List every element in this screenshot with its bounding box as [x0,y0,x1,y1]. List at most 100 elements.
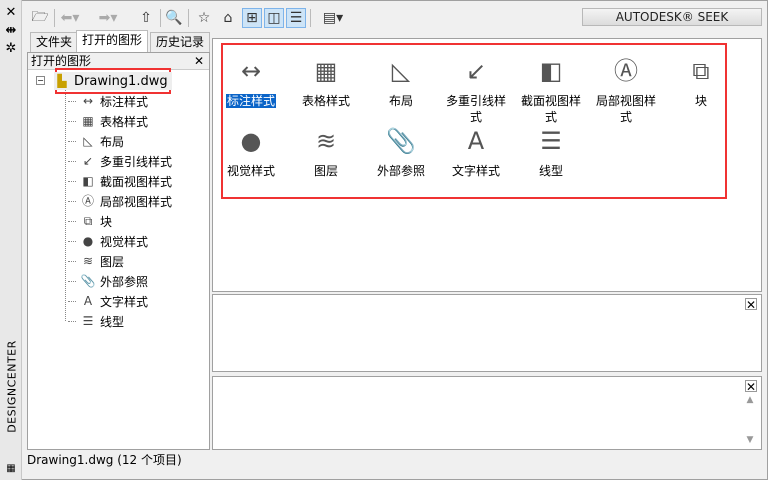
tree-item[interactable]: ↙ 多重引线样式 [68,152,172,170]
close-icon[interactable]: ✕ [745,298,757,311]
tree-item[interactable]: 📎 外部参照 [68,272,148,290]
tree-root-label: Drawing1.dwg [74,73,168,89]
content-item[interactable]: 📎 外部参照 [363,125,439,179]
home-button[interactable]: ⌂ [218,8,238,28]
content-item-label: 块 [694,94,707,108]
views-list-icon: ▤▾ [322,10,344,26]
content-item[interactable]: ◧ 截面视图样式 [513,55,589,125]
content-item-label: 视觉样式 [226,164,275,178]
tree-line [65,89,66,321]
tree-item[interactable]: ● 视觉样式 [68,232,148,250]
close-icon[interactable]: ✕ [4,6,18,20]
tree-item-label: 截面视图样式 [100,174,173,189]
tree-item-label: 文字样式 [100,294,149,309]
load-button[interactable]: 🗁 [30,8,50,28]
content-item-label: 多重引线样式 [445,94,506,124]
content-item-label: 图层 [313,164,338,178]
tree-item[interactable]: ☰ 线型 [68,312,124,330]
palette-title: DESIGNCENTER [5,340,19,433]
tree-view-toggle-button[interactable]: ⊞ [242,8,262,28]
detailview-icon: Ⓐ [614,57,638,85]
content-item-label: 文字样式 [451,164,500,178]
content-item-label: 表格样式 [301,94,350,108]
content-item-label: 标注样式 [225,94,276,108]
tree-item-label: 表格样式 [100,114,149,129]
status-bar: Drawing1.dwg (12 个项目) [27,453,182,467]
tree-header-title: 打开的图形 [31,54,92,68]
tab-open-drawings[interactable]: 打开的图形 [76,30,149,52]
tree-line [68,180,76,182]
content-item-label: 外部参照 [376,164,425,178]
tree-line [68,240,76,242]
content-item-label: 截面视图样式 [520,94,581,124]
favorites-button[interactable]: ☆ [194,8,214,28]
tree-line [68,120,76,122]
content-item[interactable]: ↙ 多重引线样式 [438,55,514,125]
description-button[interactable]: ☰ [286,8,306,28]
drawing-icon: ▙ [57,74,67,88]
sectionview-icon: ◧ [539,57,563,85]
tree-item[interactable]: A 文字样式 [68,292,148,310]
tree-icon: ⊞ [246,10,258,26]
tree-root[interactable]: ▙ Drawing1.dwg [54,72,172,90]
preview-button[interactable]: ◫ [264,8,284,28]
up-button[interactable]: ⇧ [136,8,156,28]
tree-item[interactable]: Ⓐ 局部视图样式 [68,192,172,210]
content-item[interactable]: Ⓐ 局部视图样式 [588,55,664,125]
palette-grip-icon[interactable]: ▦ [4,462,18,476]
content-item[interactable]: A 文字样式 [438,125,514,179]
properties-icon[interactable]: ✲ [4,42,18,56]
content-item[interactable]: ⧉ 块 [663,55,739,109]
tree-line [68,220,76,222]
content-item[interactable]: ● 视觉样式 [213,125,289,179]
tree-item[interactable]: ◺ 布局 [68,132,124,150]
content-item[interactable]: ◺ 布局 [363,55,439,109]
search-button[interactable]: 🔍 [164,8,184,28]
visualstyle-icon: ● [240,127,262,155]
tree-line [68,260,76,262]
tree-item-label: 布局 [100,134,125,149]
content-item[interactable]: ≋ 图层 [288,125,364,179]
tree-item[interactable]: ▦ 表格样式 [68,112,148,130]
autodesk-seek-button[interactable]: AUTODESK® SEEK [582,8,762,26]
tree-item-label: 线型 [100,314,125,329]
tree-item-label: 多重引线样式 [100,154,173,169]
content-item[interactable]: ▦ 表格样式 [288,55,364,109]
tree-item-label: 视觉样式 [100,234,149,249]
block-icon: ⧉ [692,57,710,85]
content-item-label: 线型 [538,164,563,178]
close-icon[interactable]: ✕ [745,380,757,393]
content-item[interactable]: ↔ 标注样式 [213,55,289,109]
tree-item[interactable]: ⧉ 块 [68,212,112,230]
tree-line [68,320,76,322]
tree-line [68,200,76,202]
content-item-label: 局部视图样式 [595,94,656,124]
block-icon: ⧉ [83,214,93,228]
tab-history[interactable]: 历史记录 [150,32,211,52]
scroll-up-icon[interactable]: ▲ [743,395,757,405]
collapse-icon[interactable]: − [36,76,45,85]
forward-button[interactable]: ➡▾ [98,8,118,28]
tree-line [68,280,76,282]
preview-panel: ✕ [212,294,762,372]
palette-title-strip: ✕ ⇹ ✲ DESIGNCENTER ▦ [0,0,22,480]
tab-folders[interactable]: 文件夹 [30,32,79,52]
autohide-icon[interactable]: ⇹ [4,24,18,38]
tree-item[interactable]: ↔ 标注样式 [68,92,148,110]
content-item[interactable]: ☰ 线型 [513,125,589,179]
tree-item-label: 局部视图样式 [100,194,173,209]
arrow-right-icon: ➡▾ [98,10,118,26]
star-folder-icon: ☆ [197,10,211,26]
tree-item[interactable]: ◧ 截面视图样式 [68,172,172,190]
separator [310,9,311,27]
mleaderstyle-icon: ↙ [82,154,94,168]
detailview-icon: Ⓐ [81,194,94,208]
close-icon[interactable]: ✕ [193,55,205,67]
tree-item[interactable]: ≋ 图层 [68,252,124,270]
back-button[interactable]: ⬅▾ [60,8,80,28]
linetype-icon: ☰ [540,127,562,155]
scroll-down-icon[interactable]: ▼ [743,435,757,445]
views-button[interactable]: ▤▾ [316,8,350,28]
xref-icon: 📎 [386,127,416,155]
visualstyle-icon: ● [82,234,94,248]
